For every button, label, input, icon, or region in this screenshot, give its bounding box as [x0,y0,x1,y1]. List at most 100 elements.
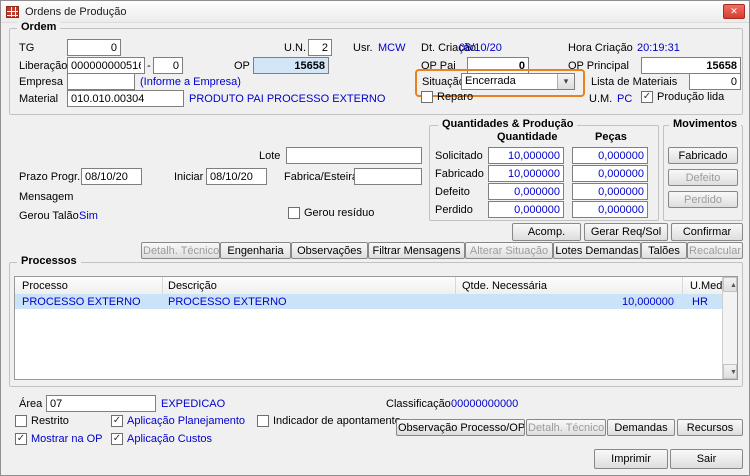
recalcular-button: Recalcular [687,242,743,259]
iniciar-input[interactable] [206,168,267,185]
situacao-select[interactable]: Encerrada ▾ [461,73,575,90]
cell-umed: HR [692,296,708,308]
liberacao-sequence-input[interactable] [153,57,183,74]
tg-input[interactable] [67,39,121,56]
gerou-residuo-label: Gerou resíduo [304,207,375,219]
restrito-checkbox[interactable]: Restrito [15,415,69,427]
un-input[interactable] [308,39,332,56]
chevron-down-icon: ▾ [557,74,574,89]
sair-button[interactable]: Sair [670,449,743,469]
column-header-qtde: Qtde. Necessária [462,280,547,292]
liberacao-separator: - [147,60,151,72]
fabricado-label: Fabricado [435,168,484,180]
lista-materiais-input[interactable] [689,73,741,90]
area-label: Área [19,398,43,410]
solicitado-pecas-input[interactable] [572,147,648,164]
perdido-pecas-input[interactable] [572,201,648,218]
observacoes-button[interactable]: Observações [291,242,368,259]
um-label: U.M. [589,93,613,105]
quantidade-column-header: Quantidade [497,131,558,143]
pecas-column-header: Peças [595,131,627,143]
filtrar-mensagens-button[interactable]: Filtrar Mensagens [368,242,465,259]
column-header-umed: U.Med. [690,280,726,292]
acomp-button[interactable]: Acomp. [512,223,581,241]
material-descricao: PRODUTO PAI PROCESSO EXTERNO [189,93,386,105]
quantidades-legend: Quantidades & Produção [438,119,578,130]
empresa-label: Empresa [19,76,64,88]
indicador-apontamento-checkbox[interactable]: Indicador de apontamento [257,415,401,427]
op-pai-input[interactable] [467,57,529,74]
material-input[interactable] [67,90,184,107]
column-header-descricao: Descrição [168,280,217,292]
column-separator [455,277,456,294]
detalh-tecnico-processo-button: Detalh. Técnico [526,419,606,436]
demandas-button[interactable]: Demandas [607,419,675,436]
lista-materiais-label: Lista de Materiais [591,76,678,88]
um-value: PC [617,93,633,105]
scroll-down-icon[interactable]: ▼ [723,364,737,379]
close-button[interactable]: ✕ [723,4,745,19]
reparo-checkbox[interactable]: Reparo [421,91,473,103]
column-separator [162,277,163,294]
scroll-up-icon[interactable]: ▲ [723,277,737,292]
lotes-demandas-button[interactable]: Lotes Demandas [553,242,641,259]
gerar-req-sol-button[interactable]: Gerar Req/Sol [584,223,668,241]
fabricado-quantidade-input[interactable] [488,165,564,182]
taloes-button[interactable]: Talões [641,242,687,259]
window-title: Ordens de Produção [25,5,127,18]
defeito-quantidade-input[interactable] [488,183,564,200]
processos-table-header: Processo Descrição Qtde. Necessária U.Me… [15,277,737,295]
mostrar-na-op-checkbox[interactable]: ✓ Mostrar na OP [15,433,103,445]
imprimir-button[interactable]: Imprimir [594,449,668,469]
aplicacao-planejamento-label: Aplicação Planejamento [127,415,246,427]
gerou-residuo-checkbox[interactable]: Gerou resíduo [288,207,374,219]
gerou-talao-value: Sim [79,210,98,222]
table-row[interactable]: PROCESSO EXTERNO PROCESSO EXTERNO 10,000… [15,294,723,309]
prazo-progr-label: Prazo Progr. [19,171,81,183]
aplicacao-custos-checkbox[interactable]: ✓ Aplicação Custos [111,433,212,445]
reparo-label: Reparo [437,91,474,103]
processos-legend: Processos [17,256,81,267]
op-input[interactable] [253,57,329,74]
cell-descricao: PROCESSO EXTERNO [168,296,287,308]
un-label: U.N. [284,42,306,54]
iniciar-label: Iniciar [174,171,204,183]
recursos-button[interactable]: Recursos [677,419,743,436]
producao-lida-label: Produção lida [657,91,725,103]
aplicacao-planejamento-checkbox[interactable]: ✓ Aplicação Planejamento [111,415,245,427]
tg-label: TG [19,42,35,54]
fabrica-esteira-label: Fabrica/Esteira [284,171,358,183]
cell-processo: PROCESSO EXTERNO [22,296,141,308]
titlebar[interactable]: Ordens de Produção [1,1,749,23]
indicador-apontamento-label: Indicador de apontamento [273,415,401,427]
fabricado-pecas-input[interactable] [572,165,648,182]
processos-table: Processo Descrição Qtde. Necessária U.Me… [14,276,738,380]
observacao-processo-op-button[interactable]: Observação Processo/OP [396,419,525,436]
fabrica-esteira-input[interactable] [354,168,422,185]
checkbox-box [421,91,433,103]
op-principal-label: OP Principal [568,60,629,72]
processos-scrollbar[interactable]: ▲ ▼ [722,277,737,379]
producao-lida-checkbox[interactable]: ✓ Produção lida [641,91,724,103]
material-label: Material [19,93,59,105]
area-descricao: EXPEDICAO [161,398,226,410]
aplicacao-custos-label: Aplicação Custos [127,433,212,445]
liberacao-input[interactable] [67,57,145,74]
op-principal-input[interactable] [641,57,741,74]
dt-criacao-value: 08/10/20 [459,42,502,54]
restrito-label: Restrito [31,415,69,427]
perdido-quantidade-input[interactable] [488,201,564,218]
lote-input[interactable] [286,147,422,164]
checkbox-box-checked: ✓ [111,415,123,427]
confirmar-button[interactable]: Confirmar [671,223,743,241]
defeito-label: Defeito [435,186,470,198]
solicitado-quantidade-input[interactable] [488,147,564,164]
movimento-fabricado-button[interactable]: Fabricado [668,147,738,164]
engenharia-button[interactable]: Engenharia [220,242,291,259]
area-input[interactable] [46,395,156,412]
usr-label: Usr. [353,42,373,54]
checkbox-box [288,207,300,219]
defeito-pecas-input[interactable] [572,183,648,200]
empresa-input[interactable] [67,73,135,90]
prazo-progr-input[interactable] [81,168,142,185]
